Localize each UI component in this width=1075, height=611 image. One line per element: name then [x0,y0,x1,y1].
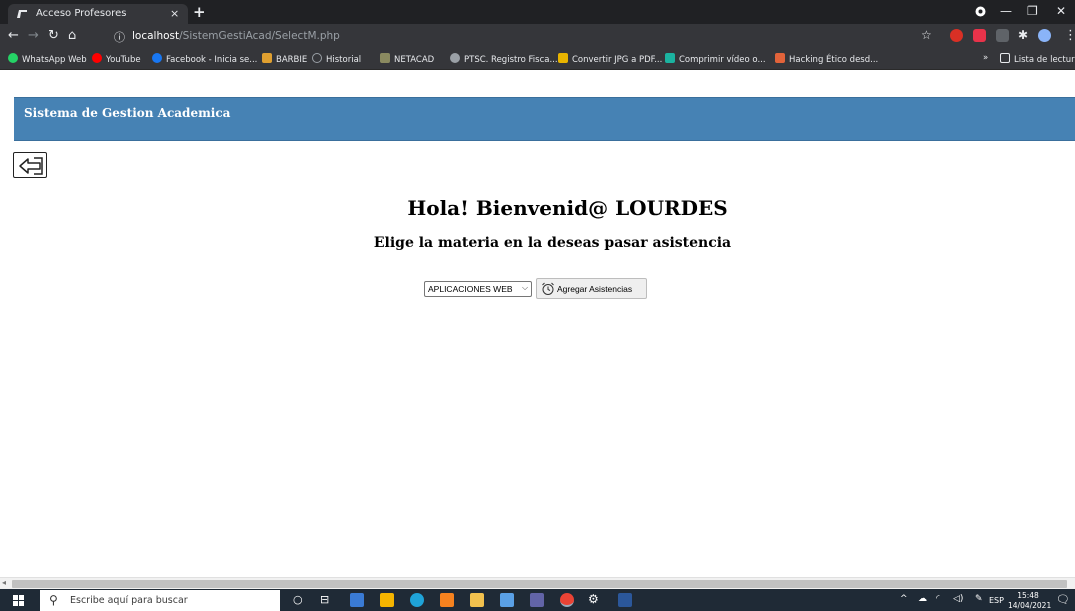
settings-gear-icon[interactable]: ⚙ [588,592,599,606]
bookmarks-more-icon[interactable]: » [983,53,988,63]
forward-arrow-icon[interactable]: → [28,28,39,43]
avatar[interactable] [1038,29,1051,42]
mail-icon[interactable] [500,593,514,607]
tab-title: Acceso Profesores [36,8,127,19]
bookmark-star-icon[interactable]: ☆ [921,28,932,42]
hacking-icon [775,53,785,63]
bookmark-item[interactable]: NETACAD [380,53,434,65]
edge-icon[interactable] [410,593,424,607]
wifi-icon[interactable]: ◜ [936,594,940,604]
subject-select-value: APLICACIONES WEB [428,284,513,294]
facebook-icon [152,53,162,63]
windows-taskbar: ⚲ Escribe aquí para buscar ○ ⊟ ⚙ ^ ☁ ◜ ◁… [0,589,1075,611]
address-bar[interactable]: ⓘ localhost/SistemGestiAcad/SelectM.php [108,27,938,45]
taskbar-search-input[interactable]: ⚲ Escribe aquí para buscar [40,590,280,611]
whatsapp-icon [8,53,18,63]
globe-icon [450,53,460,63]
taskbar-search-placeholder: Escribe aquí para buscar [70,595,188,606]
store-icon[interactable] [380,593,394,607]
notifications-icon[interactable]: 🗨 [1056,593,1070,606]
extension-icon[interactable] [950,29,963,42]
add-attendance-button[interactable]: Agregar Asistencias [536,278,647,299]
browser-tab-strip: Acceso Profesores × + — ❐ ✕ [0,0,1075,24]
scroll-left-icon[interactable]: ◂ [2,578,6,587]
bookmark-item[interactable]: PTSC. Registro Fisca... [450,53,558,65]
windows-start-icon[interactable] [13,595,24,606]
sublime-icon[interactable] [440,593,454,607]
welcome-heading: Hola! Bienvenid@ LOURDES [407,196,728,220]
task-view-icon[interactable]: ⊟ [320,593,329,606]
url-text: localhost/SistemGestiAcad/SelectM.php [132,30,340,42]
new-tab-button[interactable]: + [193,3,206,21]
page-content: Sistema de Gestion Academica Hola! Bienv… [0,70,1075,577]
bookmark-item[interactable]: WhatsApp Web [8,53,87,65]
teams-icon[interactable] [530,593,544,607]
bookmarks-bar: WhatsApp Web YouTube Facebook - Inicia s… [0,48,1075,70]
search-icon: ⚲ [49,593,58,607]
chevron-down-icon: ⌵ [522,283,529,292]
reading-list[interactable]: Lista de lectura [1000,53,1075,65]
subject-select[interactable]: APLICACIONES WEB ⌵ [424,281,532,297]
app-brand[interactable]: Sistema de Gestion Academica [24,106,230,120]
reading-list-icon [1000,53,1010,63]
bookmark-item[interactable]: BARBIE [262,53,307,65]
profile-icon[interactable] [975,6,986,17]
tray-overflow-icon[interactable]: ^ [900,594,908,604]
clock-date: 14/04/2021 [1008,601,1052,610]
extension-play-icon[interactable] [996,29,1009,42]
minimize-icon[interactable]: — [1000,4,1012,18]
extensions-puzzle-icon[interactable]: ✱ [1018,28,1028,42]
chrome-icon[interactable] [560,593,574,607]
pocket-icon[interactable] [973,29,986,42]
app-header: Sistema de Gestion Academica [14,97,1075,141]
network-icon[interactable]: ☁ [918,594,927,604]
logout-button[interactable] [13,152,47,178]
menu-kebab-icon[interactable]: ⋮ [1064,28,1075,43]
reload-icon[interactable]: ↻ [48,28,59,43]
clock-time: 15:48 [1017,591,1039,600]
file-explorer-icon[interactable] [470,593,484,607]
add-attendance-label: Agregar Asistencias [557,284,633,294]
alarm-clock-icon [542,282,554,295]
instruction-heading: Elige la materia en la deseas pasar asis… [373,235,732,251]
scrollbar-thumb[interactable] [12,580,1067,588]
favicon-icon [17,10,27,18]
home-icon[interactable]: ⌂ [68,28,76,43]
language-indicator[interactable]: ESP [989,596,1004,605]
browser-toolbar: ← → ↻ ⌂ ⓘ localhost/SistemGestiAcad/Sele… [0,24,1075,48]
bookmark-item[interactable]: Facebook - Inicia se... [152,53,257,65]
youtube-icon [92,53,102,63]
bookmark-item[interactable]: Hacking Ético desd... [775,53,878,65]
pdf-icon [558,53,568,63]
barbie-icon [262,53,272,63]
app-icon[interactable] [350,593,364,607]
bookmark-item[interactable]: Historial [312,53,361,65]
cortana-icon[interactable]: ○ [293,593,303,606]
word-icon[interactable] [618,593,632,607]
taskbar-clock[interactable]: 15:48 14/04/2021 [1008,591,1052,611]
exit-arrow-icon [19,157,43,175]
pen-icon[interactable]: ✎ [975,594,983,604]
back-arrow-icon[interactable]: ← [8,28,19,43]
maximize-icon[interactable]: ❐ [1027,4,1038,18]
history-icon [312,53,322,63]
netacad-icon [380,53,390,63]
volume-icon[interactable]: ◁) [953,594,963,604]
play-icon [665,53,675,63]
close-window-icon[interactable]: ✕ [1056,4,1066,18]
horizontal-scrollbar[interactable]: ◂ [0,577,1075,589]
tab-close-icon[interactable]: × [170,7,179,20]
browser-tab[interactable]: Acceso Profesores × [8,4,188,24]
site-info-icon[interactable]: ⓘ [114,29,125,45]
bookmark-item[interactable]: Convertir JPG a PDF... [558,53,662,65]
bookmark-item[interactable]: YouTube [92,53,141,65]
bookmark-item[interactable]: Comprimir vídeo o... [665,53,766,65]
